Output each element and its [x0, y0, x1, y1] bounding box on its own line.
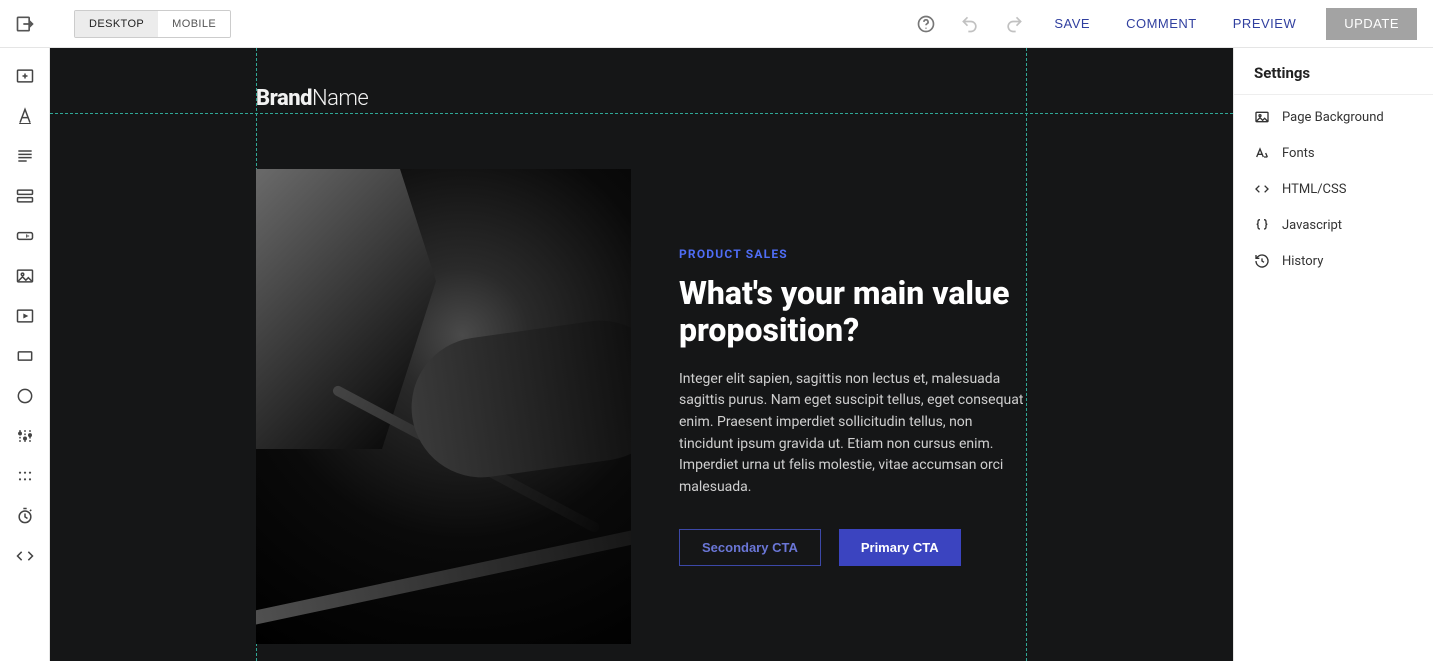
- tool-form[interactable]: [13, 184, 37, 208]
- tool-video[interactable]: [13, 304, 37, 328]
- canvas[interactable]: BrandName PRODUCT SALES What's your main…: [50, 48, 1233, 661]
- hero-image[interactable]: [256, 169, 631, 644]
- box-icon: [15, 346, 35, 366]
- settings-item-label: HTML/CSS: [1282, 182, 1346, 197]
- eyebrow[interactable]: PRODUCT SALES: [679, 247, 1027, 261]
- settings-item-history[interactable]: History: [1234, 243, 1433, 279]
- code-icon: [15, 546, 35, 566]
- settings-title: Settings: [1234, 64, 1433, 94]
- tool-button[interactable]: [13, 224, 37, 248]
- undo-button[interactable]: [952, 6, 988, 42]
- redo-button[interactable]: [996, 6, 1032, 42]
- tool-code[interactable]: [13, 544, 37, 568]
- text-icon: [15, 106, 35, 126]
- tool-slider[interactable]: [13, 424, 37, 448]
- paragraph-icon: [15, 146, 35, 166]
- save-button[interactable]: SAVE: [1040, 6, 1104, 42]
- section-add-icon: [15, 66, 35, 86]
- settings-panel: Settings Page Background Fonts HTML/CSS …: [1233, 48, 1433, 661]
- desktop-toggle[interactable]: DESKTOP: [75, 11, 158, 37]
- brand-bold: Brand: [256, 86, 312, 111]
- cta-row: Secondary CTA Primary CTA: [679, 529, 1027, 566]
- settings-item-label: History: [1282, 254, 1323, 269]
- help-icon: [916, 14, 936, 34]
- tool-grid[interactable]: [13, 464, 37, 488]
- page-content: BrandName PRODUCT SALES What's your main…: [256, 48, 1027, 661]
- tool-box[interactable]: [13, 344, 37, 368]
- settings-item-fonts[interactable]: Fonts: [1234, 135, 1433, 171]
- update-button[interactable]: UPDATE: [1326, 8, 1417, 40]
- settings-item-label: Page Background: [1282, 110, 1384, 125]
- headline[interactable]: What's your main value proposition?: [679, 275, 1027, 349]
- tool-section[interactable]: [13, 64, 37, 88]
- history-icon: [1254, 253, 1270, 269]
- tool-timer[interactable]: [13, 504, 37, 528]
- exit-button[interactable]: [0, 0, 50, 47]
- primary-cta[interactable]: Primary CTA: [839, 529, 961, 566]
- slider-icon: [15, 426, 35, 446]
- braces-icon: [1254, 217, 1270, 233]
- tool-image[interactable]: [13, 264, 37, 288]
- circle-icon: [15, 386, 35, 406]
- hero-row: PRODUCT SALES What's your main value pro…: [256, 169, 1027, 644]
- body-copy[interactable]: Integer elit sapien, sagittis non lectus…: [679, 369, 1027, 499]
- video-icon: [15, 306, 35, 326]
- help-button[interactable]: [908, 6, 944, 42]
- settings-item-html-css[interactable]: HTML/CSS: [1234, 171, 1433, 207]
- topbar: DESKTOP MOBILE SAVE COMMENT PREVIEW UPDA…: [0, 0, 1433, 48]
- settings-item-javascript[interactable]: Javascript: [1234, 207, 1433, 243]
- exit-icon: [15, 14, 35, 34]
- comment-button[interactable]: COMMENT: [1112, 6, 1211, 42]
- tool-shape[interactable]: [13, 384, 37, 408]
- image-icon: [15, 266, 35, 286]
- image-icon: [1254, 109, 1270, 125]
- brand-logo[interactable]: BrandName: [256, 86, 1027, 111]
- view-toggle: DESKTOP MOBILE: [74, 10, 231, 38]
- font-icon: [1254, 145, 1270, 161]
- tool-rail: [0, 48, 50, 661]
- preview-button[interactable]: PREVIEW: [1219, 6, 1310, 42]
- redo-icon: [1004, 14, 1024, 34]
- settings-item-page-background[interactable]: Page Background: [1234, 99, 1433, 135]
- hero-text: PRODUCT SALES What's your main value pro…: [679, 247, 1027, 566]
- secondary-cta[interactable]: Secondary CTA: [679, 529, 821, 566]
- form-icon: [15, 186, 35, 206]
- settings-item-label: Fonts: [1282, 146, 1315, 161]
- grid-dots-icon: [15, 466, 35, 486]
- tool-paragraph[interactable]: [13, 144, 37, 168]
- code-icon: [1254, 181, 1270, 197]
- button-icon: [15, 226, 35, 246]
- brand-light: Name: [312, 86, 368, 111]
- timer-icon: [15, 506, 35, 526]
- tool-text[interactable]: [13, 104, 37, 128]
- settings-item-label: Javascript: [1282, 218, 1342, 233]
- undo-icon: [960, 14, 980, 34]
- mobile-toggle[interactable]: MOBILE: [158, 11, 230, 37]
